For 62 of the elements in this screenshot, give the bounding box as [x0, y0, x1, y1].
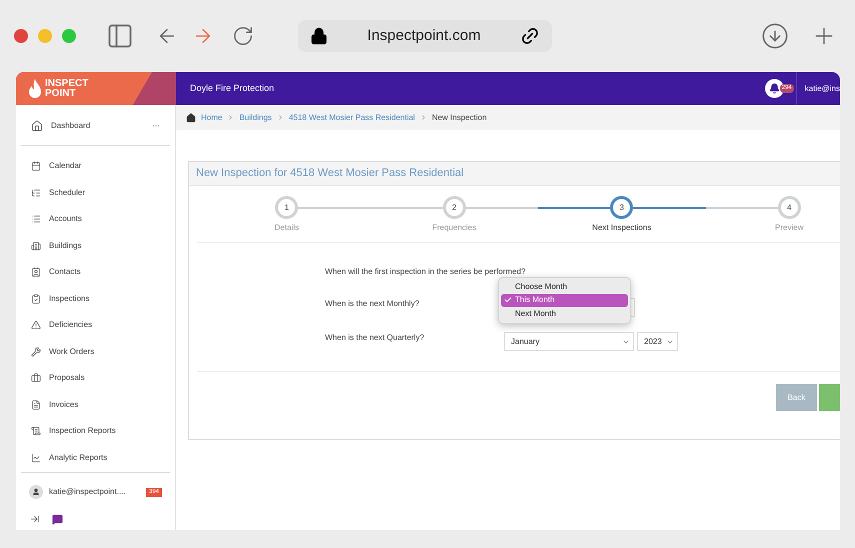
reload-icon[interactable]: [232, 25, 254, 47]
flame-icon: [28, 78, 42, 98]
help-chat-icon[interactable]: [52, 514, 63, 524]
calendar-icon: [31, 161, 41, 172]
step-label: Details: [274, 222, 299, 234]
sidebar-item[interactable]: Accounts: [16, 206, 175, 232]
notification-bell-button[interactable]: [764, 79, 784, 98]
breadcrumb-current: New Inspection: [432, 112, 487, 124]
list-icon: [31, 188, 41, 198]
field-label: When is the next Quarterly?: [325, 332, 426, 344]
sidebar-item[interactable]: Contacts: [16, 259, 175, 286]
clipboard-check-icon: [31, 294, 41, 304]
sidebar-item[interactable]: Scheduler: [16, 180, 175, 206]
sidebar-item[interactable]: Inspection Reports: [16, 418, 175, 444]
home-icon: [186, 112, 196, 122]
sidebar-item[interactable]: Dashboard: [51, 120, 90, 132]
step-label: Frequencies: [432, 222, 476, 234]
user-email[interactable]: katie@inspectpoint....: [49, 486, 126, 498]
avatar-icon: [29, 485, 43, 499]
panel-title: New Inspection for 4518 West Mosier Pass Residential: [196, 166, 464, 182]
list-icon: [31, 214, 41, 224]
sidebar-item[interactable]: Proposals: [16, 365, 175, 392]
step-label: Next Inspections: [592, 222, 652, 234]
document-icon: [31, 426, 41, 436]
step-label: Preview: [775, 222, 804, 234]
sidebar-item[interactable]: Work Orders: [16, 338, 175, 365]
contact-card-icon: [31, 267, 41, 278]
company-name: Doyle Fire Protection: [190, 82, 274, 95]
month-select[interactable]: January: [504, 332, 634, 351]
document-icon: [31, 400, 41, 410]
collapse-icon[interactable]: [30, 514, 40, 524]
chart-icon: [31, 452, 41, 463]
chevron-icon: [276, 114, 284, 121]
lock-icon: [310, 27, 328, 45]
address-bar[interactable]: Inspectpoint.com: [298, 20, 552, 52]
dropdown-option[interactable]: Choose Month: [501, 280, 628, 294]
field-label: When is the next Monthly?: [325, 298, 420, 310]
warning-icon: [31, 320, 41, 330]
sidebar-item[interactable]: Calendar: [16, 153, 175, 180]
briefcase-icon: [31, 373, 41, 384]
checkmark-icon: [504, 296, 512, 304]
chevron-icon: [420, 114, 427, 121]
sidebar-item[interactable]: Buildings: [16, 232, 175, 259]
year-select[interactable]: 2023: [637, 332, 678, 351]
user-menu[interactable]: katie@ins: [796, 82, 840, 94]
home-icon: [31, 120, 43, 132]
dropdown-option[interactable]: Next Month: [501, 307, 628, 320]
bell-icon: [768, 83, 780, 94]
sidebar-toggle-icon[interactable]: [106, 22, 134, 50]
building-icon: [31, 240, 41, 251]
sidebar-item[interactable]: Invoices: [16, 392, 175, 418]
url-text: Inspectpoint.com: [366, 26, 482, 46]
chevron-icon: [227, 114, 234, 121]
question-text: When will the first inspection in the series be performed?: [325, 266, 527, 278]
sidebar-item[interactable]: Inspections: [16, 286, 175, 312]
tools-icon: [31, 346, 41, 357]
dropdown-option[interactable]: This Month: [501, 294, 628, 307]
logo-text: INSPECT POINT: [45, 78, 88, 98]
sidebar-item[interactable]: Analytic Reports: [16, 444, 175, 471]
sidebar-item[interactable]: Deficiencies: [16, 312, 175, 338]
more-menu-icon[interactable]: ···: [152, 120, 160, 132]
download-icon[interactable]: [761, 22, 789, 50]
